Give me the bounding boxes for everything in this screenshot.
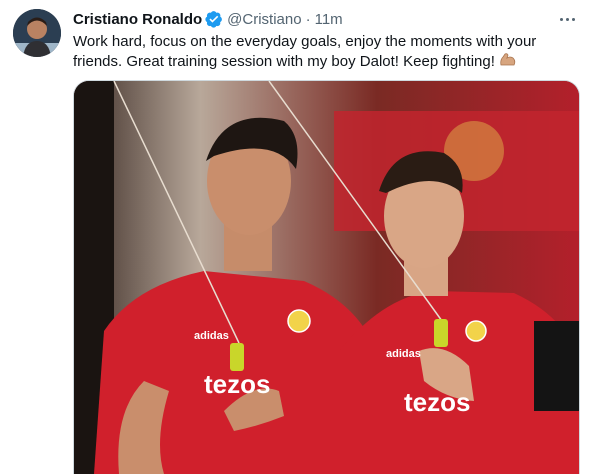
jersey-sponsor-left: tezos xyxy=(204,369,270,399)
more-options-icon[interactable] xyxy=(556,9,578,29)
tweet-body: Work hard, focus on the everyday goals, … xyxy=(73,33,537,70)
tweet-timestamp[interactable]: 11m xyxy=(315,11,343,28)
tweet: Cristiano Ronaldo @Cristiano · 11m Work … xyxy=(0,0,594,474)
header-separator: · xyxy=(305,10,311,28)
tweet-header: Cristiano Ronaldo @Cristiano · 11m xyxy=(73,9,343,29)
flexed-biceps-icon xyxy=(499,52,517,68)
author-name[interactable]: Cristiano Ronaldo xyxy=(73,11,202,28)
verified-badge-icon xyxy=(205,10,223,28)
tweet-text: Work hard, focus on the everyday goals, … xyxy=(73,32,573,72)
brand-logo-left: adidas xyxy=(194,330,229,342)
author-avatar[interactable] xyxy=(13,9,61,57)
brand-logo-right: adidas xyxy=(386,348,421,360)
author-handle[interactable]: @Cristiano xyxy=(227,11,301,28)
tweet-photo[interactable]: adidas adidas tezos tezos xyxy=(73,80,580,474)
jersey-sponsor-right: tezos xyxy=(404,387,470,417)
